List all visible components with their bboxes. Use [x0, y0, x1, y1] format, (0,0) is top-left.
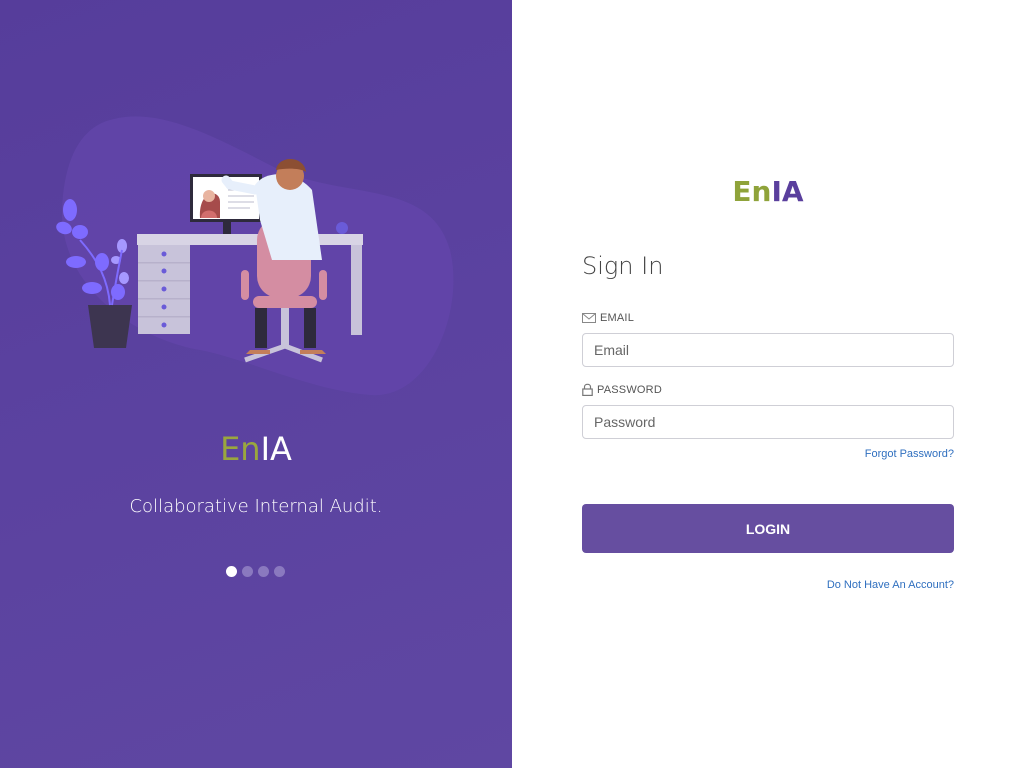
lock-icon — [582, 383, 593, 396]
carousel-dots — [226, 566, 285, 577]
logo-en-text: En — [220, 430, 261, 468]
tagline: Collaborative Internal Audit. — [129, 496, 383, 517]
logo-en-text: En — [732, 175, 772, 208]
logo-ia-text: IA — [771, 175, 804, 208]
email-field[interactable] — [582, 333, 954, 367]
envelope-icon — [582, 313, 596, 323]
carousel-dot-2[interactable] — [242, 566, 253, 577]
logo-ia-text: IA — [260, 430, 292, 468]
password-label: PASSWORD — [582, 383, 662, 396]
login-button[interactable]: LOGIN — [582, 504, 954, 553]
carousel-dot-3[interactable] — [258, 566, 269, 577]
desk-worker-illustration — [56, 116, 454, 396]
signup-link[interactable]: Do Not Have An Account? — [827, 579, 954, 591]
carousel-dot-1[interactable] — [226, 566, 237, 577]
left-logo: EnIA — [0, 430, 512, 468]
email-label: EMAIL — [582, 312, 634, 324]
brand-logo: EnIA — [512, 175, 1024, 208]
sign-in-panel: EnIA Sign In EMAIL PASSWORD Forgot Passw… — [512, 0, 1024, 768]
email-label-text: EMAIL — [600, 312, 635, 324]
carousel-dot-4[interactable] — [274, 566, 285, 577]
page-title: Sign In — [582, 252, 664, 280]
left-hero-panel: EnIA Collaborative Internal Audit. — [0, 0, 512, 768]
password-label-text: PASSWORD — [597, 383, 662, 396]
forgot-password-link[interactable]: Forgot Password? — [865, 448, 954, 460]
password-field[interactable] — [582, 405, 954, 439]
